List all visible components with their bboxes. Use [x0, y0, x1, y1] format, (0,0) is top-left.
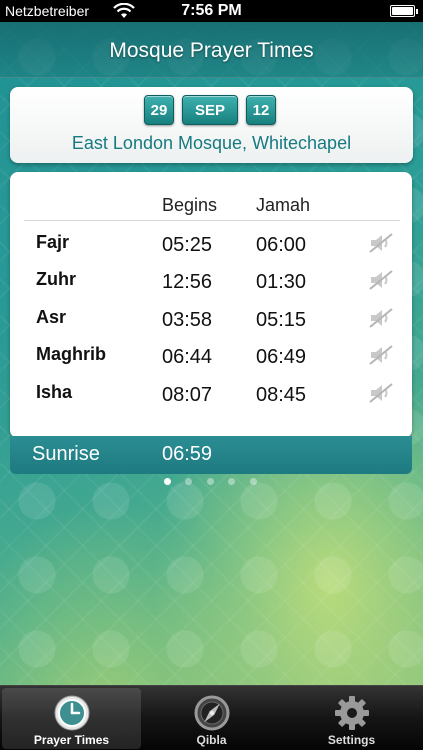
page-dot-5[interactable]	[250, 478, 257, 485]
prayer-row-fajr: Fajr 05:25 06:00	[10, 226, 412, 263]
battery-icon	[390, 5, 418, 17]
prayer-times-table: Begins Jamah Fajr 05:25 06:00 Zuhr 12:56…	[10, 172, 412, 438]
prayer-jamah-time: 06:49	[256, 346, 307, 368]
mute-alarm-icon[interactable]	[368, 382, 394, 404]
gear-icon	[334, 696, 369, 730]
prayer-jamah-time: 06:00	[256, 234, 307, 256]
sunrise-label: Sunrise	[32, 443, 100, 465]
mute-alarm-icon[interactable]	[368, 269, 394, 291]
prayer-jamah-time: 01:30	[256, 271, 307, 293]
page-dot-2[interactable]	[185, 478, 192, 485]
prayer-name: Maghrib	[36, 344, 106, 364]
tab-bar: Prayer Times Qibla Settings	[0, 685, 423, 750]
compass-icon	[194, 695, 229, 731]
date-location-card[interactable]: 29 SEP 12 East London Mosque, Whitechape…	[10, 87, 413, 163]
prayer-row-isha: Isha 08:07 08:45	[10, 376, 412, 413]
prayer-name: Isha	[36, 382, 73, 402]
date-year-box[interactable]: 12	[246, 95, 276, 125]
prayer-row-maghrib: Maghrib 06:44 06:49	[10, 338, 412, 375]
prayer-begins-time: 06:44	[162, 346, 213, 368]
prayer-name: Zuhr	[36, 269, 76, 289]
prayer-name: Fajr	[36, 232, 70, 252]
sunrise-time: 06:59	[162, 443, 213, 465]
header-divider	[24, 220, 400, 221]
prayer-begins-time: 05:25	[162, 234, 213, 256]
tab-prayer-times[interactable]: Prayer Times	[2, 688, 141, 749]
prayer-begins-time: 03:58	[162, 309, 213, 331]
mute-alarm-icon[interactable]	[368, 232, 394, 254]
prayer-begins-time: 12:56	[162, 271, 213, 293]
mute-alarm-icon[interactable]	[368, 344, 394, 366]
sunrise-bar: Sunrise 06:59	[10, 436, 412, 474]
column-header-begins: Begins	[162, 195, 218, 215]
page-title: Mosque Prayer Times	[109, 39, 314, 62]
date-day-box[interactable]: 29	[144, 95, 174, 125]
mosque-location[interactable]: East London Mosque, Whitechapel	[10, 133, 413, 154]
prayer-row-asr: Asr 03:58 05:15	[10, 301, 412, 338]
tab-qibla[interactable]: Qibla	[142, 688, 281, 749]
page-dot-3[interactable]	[207, 478, 214, 485]
prayer-jamah-time: 05:15	[256, 309, 307, 331]
prayer-row-zuhr: Zuhr 12:56 01:30	[10, 263, 412, 300]
page-dot-4[interactable]	[228, 478, 235, 485]
tab-label: Prayer Times	[33, 733, 110, 747]
prayer-begins-time: 08:07	[162, 384, 213, 406]
date-month-box[interactable]: SEP	[182, 95, 238, 125]
tab-settings[interactable]: Settings	[282, 688, 421, 749]
mute-alarm-icon[interactable]	[368, 307, 394, 329]
status-bar: Netzbetreiber 7:56 PM	[0, 0, 423, 22]
page-indicator[interactable]	[164, 478, 264, 488]
tab-label: Qibla	[196, 733, 227, 747]
nav-bar: Mosque Prayer Times	[0, 22, 423, 78]
prayer-name: Asr	[36, 307, 67, 327]
status-time: 7:56 PM	[181, 2, 242, 19]
clock-icon	[54, 695, 89, 731]
page-dot-1[interactable]	[164, 478, 171, 485]
prayer-jamah-time: 08:45	[256, 384, 307, 406]
tab-label: Settings	[327, 733, 376, 747]
column-header-jamah: Jamah	[256, 195, 311, 215]
